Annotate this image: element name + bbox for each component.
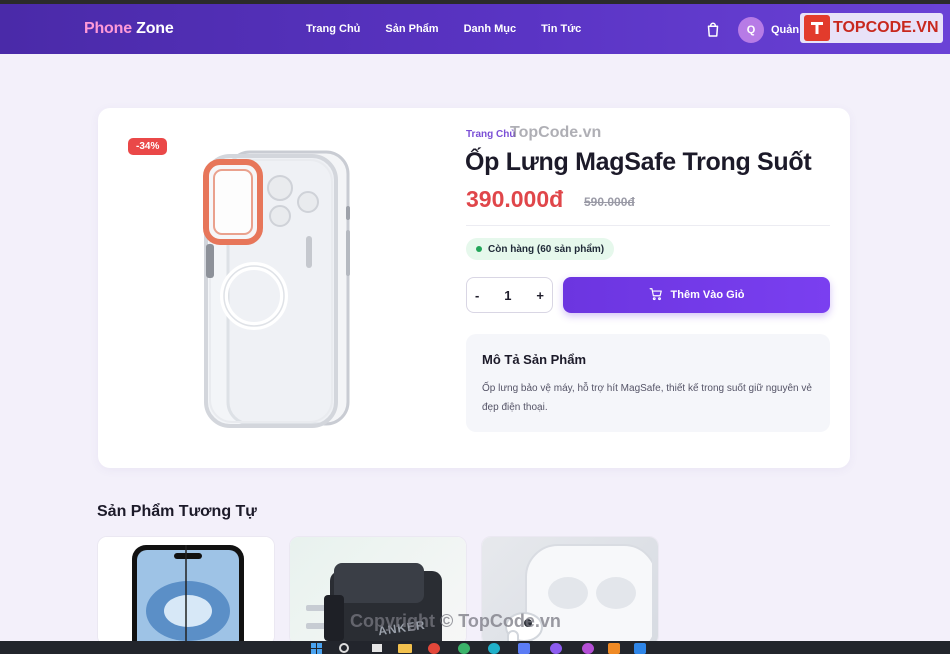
user-menu[interactable]: Quản [771, 24, 799, 36]
avatar[interactable]: Q [738, 17, 764, 43]
stock-text: Còn hàng (60 sản phẩm) [488, 243, 605, 255]
navbar: Phone Zone Trang Chủ Sản Phẩm Danh Mục T… [0, 4, 950, 54]
cart-icon[interactable] [704, 21, 722, 39]
app-icon[interactable] [608, 643, 620, 654]
app-icon[interactable] [550, 643, 562, 654]
windows-start-icon[interactable] [311, 643, 323, 654]
app-icon[interactable] [488, 643, 500, 654]
breadcrumb[interactable]: Trang Chủ [466, 129, 515, 140]
stock-dot-icon [476, 246, 482, 252]
app-icon[interactable] [518, 643, 530, 654]
watermark-icon [804, 15, 830, 41]
stock-badge: Còn hàng (60 sản phẩm) [466, 238, 615, 260]
quantity-value[interactable]: 1 [504, 288, 511, 303]
similar-product-card[interactable] [97, 536, 275, 646]
nav-news[interactable]: Tin Tức [541, 23, 581, 35]
add-to-cart-button[interactable]: Thêm Vào Giỏ [563, 277, 830, 313]
search-icon[interactable] [339, 643, 349, 653]
os-taskbar [0, 641, 950, 654]
discount-badge: -34% [128, 138, 168, 155]
app-icon[interactable] [582, 643, 594, 654]
breadcrumb-watermark: TopCode.vn [510, 124, 602, 141]
description-text: Ốp lưng bảo vệ máy, hỗ trợ hít MagSafe, … [482, 383, 812, 413]
nav-products[interactable]: Sản Phẩm [385, 23, 438, 35]
logo[interactable]: Phone Zone [84, 20, 174, 38]
main-menu: Trang Chủ Sản Phẩm Danh Mục Tin Tức [306, 23, 581, 35]
browser-icon[interactable] [428, 643, 440, 654]
app-icon[interactable] [458, 643, 470, 654]
taskview-icon[interactable] [372, 644, 382, 652]
description-box: Mô Tả Sản Phẩm Ốp lưng bảo vệ máy, hỗ tr… [466, 334, 830, 432]
product-old-price: 590.000đ [584, 195, 635, 209]
product-image [196, 146, 356, 430]
screen-protector-image [132, 545, 244, 645]
product-price: 390.000đ [466, 186, 564, 212]
add-to-cart-label: Thêm Vào Giỏ [670, 289, 745, 301]
similar-products-heading: Sản Phẩm Tương Tự [97, 503, 257, 520]
folder-icon[interactable] [398, 644, 412, 653]
product-title: Ốp Lưng MagSafe Trong Suốt [465, 148, 812, 176]
description-title: Mô Tả Sản Phẩm [482, 352, 587, 367]
logo-text-zone: Zone [136, 20, 174, 37]
quantity-stepper: - 1 + [466, 277, 553, 313]
footer-watermark: Copyright © TopCode.vn [350, 611, 561, 631]
divider [466, 225, 830, 226]
app-icon[interactable] [634, 643, 646, 654]
nav-categories[interactable]: Danh Mục [464, 23, 517, 35]
increase-button[interactable]: + [536, 288, 544, 303]
logo-text-phone: Phone [84, 20, 132, 37]
watermark-logo: TOPCODE.VN [800, 13, 943, 43]
watermark-text: TOPCODE.VN [833, 19, 939, 36]
nav-home[interactable]: Trang Chủ [306, 23, 360, 35]
decrease-button[interactable]: - [475, 288, 479, 303]
cart-plus-icon [649, 287, 663, 304]
